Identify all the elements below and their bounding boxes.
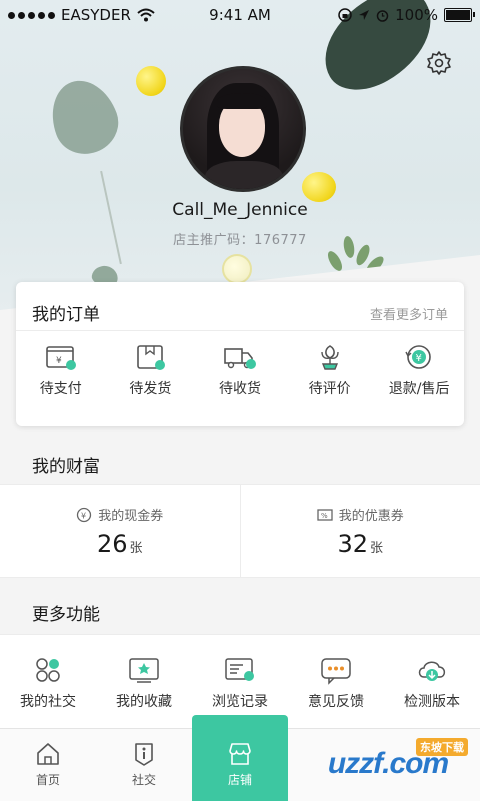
coupon-unit: 张 <box>370 541 383 556</box>
username: Call_Me_Jennice <box>0 200 480 220</box>
battery-percent: 100% <box>395 6 438 24</box>
wealth-title: 我的财富 <box>32 452 100 477</box>
lemon-decoration <box>302 172 336 202</box>
favorites-icon <box>127 655 161 685</box>
orders-header: 我的订单 查看更多订单 <box>16 282 464 331</box>
svg-text:¥: ¥ <box>81 511 86 520</box>
site-watermark-logo: uzzf.com 东坡下载 <box>300 732 476 796</box>
flower-icon <box>313 342 347 372</box>
lemon-slice-decoration <box>222 254 252 284</box>
truck-icon <box>223 342 257 372</box>
home-icon <box>35 741 61 767</box>
svg-text:¥: ¥ <box>56 356 62 366</box>
package-icon <box>133 342 167 372</box>
avatar[interactable] <box>180 66 306 192</box>
wallet-icon: ¥ <box>44 342 78 372</box>
coupon-label: 我的优惠券 <box>339 505 404 524</box>
more-functions-title: 更多功能 <box>32 600 100 625</box>
lock-rotation-icon <box>338 8 352 22</box>
cash-voucher-count: 26 <box>97 530 128 558</box>
cash-voucher-unit: 张 <box>130 541 143 556</box>
coupon-cell[interactable]: % 我的优惠券 32张 <box>240 485 480 577</box>
shop-icon <box>227 741 253 767</box>
tab-shop[interactable]: 店铺 <box>192 715 288 801</box>
feedback-icon <box>319 655 353 685</box>
order-pending-review[interactable]: 待评价 <box>285 342 375 398</box>
settings-gear-icon[interactable] <box>426 50 452 76</box>
social-icon <box>31 655 65 685</box>
func-feedback[interactable]: 意见反馈 <box>288 635 384 731</box>
tab-home[interactable]: 首页 <box>0 729 96 801</box>
svg-text:¥: ¥ <box>416 353 422 364</box>
svg-text:%: % <box>321 512 328 520</box>
cash-voucher-cell[interactable]: ¥ 我的现金券 26张 <box>0 485 240 577</box>
orders-title: 我的订单 <box>32 300 100 325</box>
coupon-count: 32 <box>337 530 368 558</box>
alarm-icon <box>376 9 389 22</box>
order-pending-receipt[interactable]: 待收货 <box>195 342 285 398</box>
cash-voucher-icon: ¥ <box>76 507 92 523</box>
view-more-orders-link[interactable]: 查看更多订单 <box>370 304 448 323</box>
order-status-list: ¥ 待支付 待发货 待收货 <box>16 342 464 398</box>
promo-code: 店主推广码：176777 <box>0 229 480 248</box>
func-my-favorites[interactable]: 我的收藏 <box>96 635 192 731</box>
history-icon <box>223 655 257 685</box>
battery-icon <box>444 8 472 22</box>
watermark-tag: 东坡下载 <box>416 738 468 756</box>
func-my-social[interactable]: 我的社交 <box>0 635 96 731</box>
leaf-decoration <box>41 71 126 162</box>
info-icon <box>131 741 157 767</box>
update-icon <box>415 655 449 685</box>
lemon-decoration <box>136 66 166 96</box>
orders-card: 我的订单 查看更多订单 ¥ 待支付 待发货 <box>16 282 464 426</box>
wealth-panel: ¥ 我的现金券 26张 % 我的优惠券 32张 <box>0 484 480 578</box>
tab-social[interactable]: 社交 <box>96 729 192 801</box>
cash-voucher-label: 我的现金券 <box>98 505 163 524</box>
func-check-version[interactable]: 检测版本 <box>384 635 480 731</box>
order-refund-aftersales[interactable]: ¥ 退款/售后 <box>374 342 464 398</box>
location-icon <box>358 9 370 21</box>
refund-icon: ¥ <box>402 342 436 372</box>
coupon-icon: % <box>317 508 333 522</box>
order-pending-shipment[interactable]: 待发货 <box>106 342 196 398</box>
status-bar: EASYDER 9:41 AM 100% <box>0 0 480 30</box>
order-pending-payment[interactable]: ¥ 待支付 <box>16 342 106 398</box>
